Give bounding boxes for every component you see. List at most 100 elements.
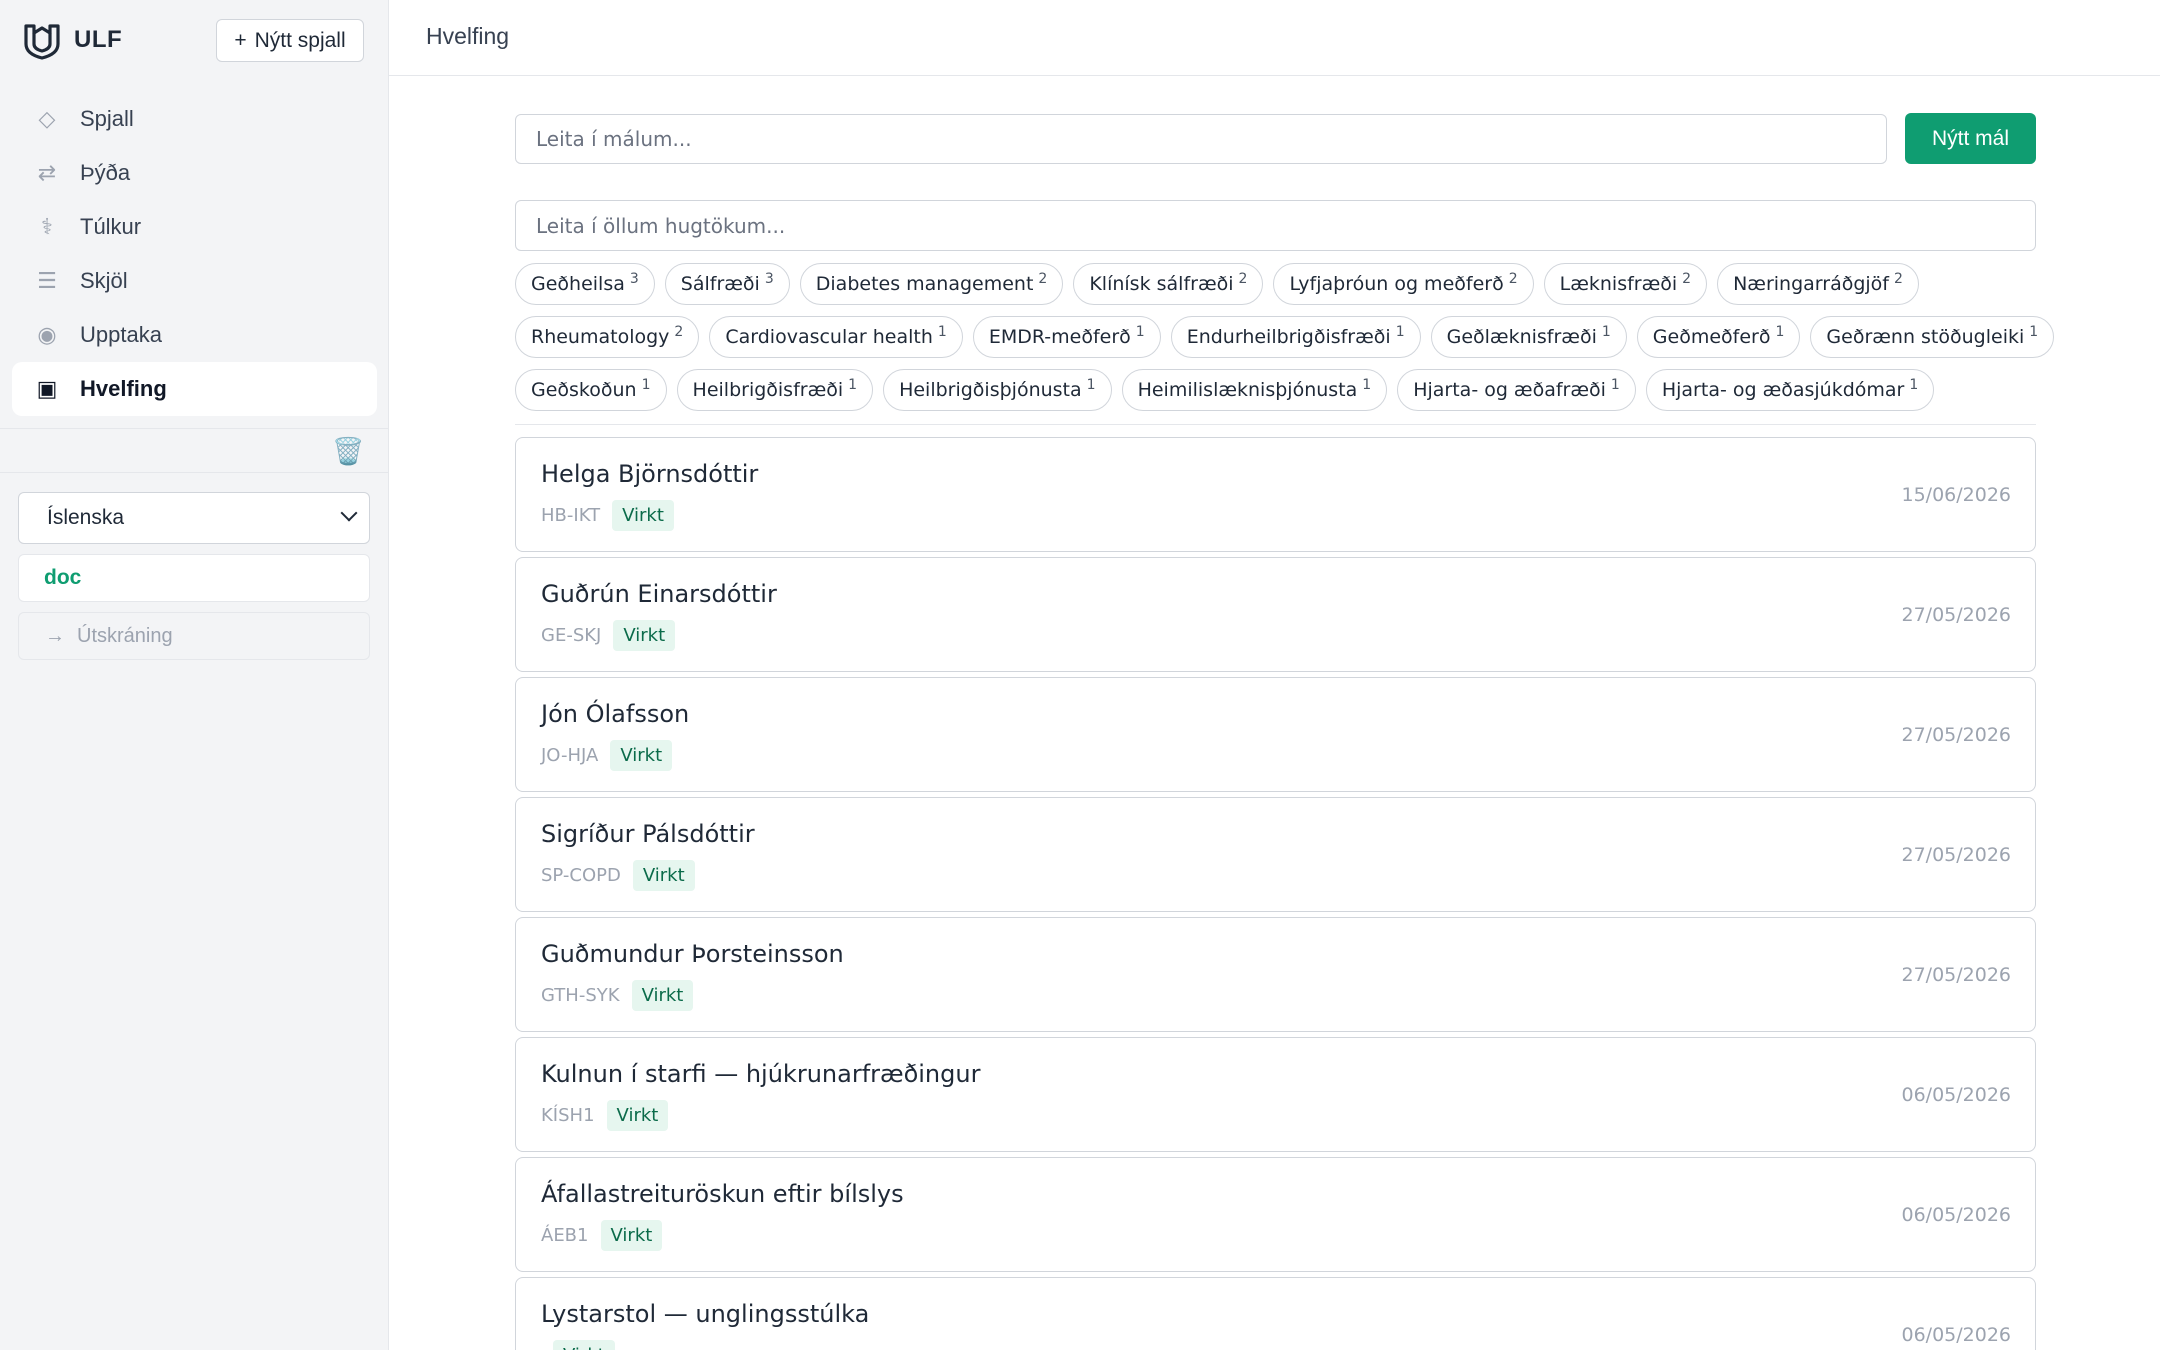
status-badge: Virkt bbox=[600, 1220, 663, 1251]
sidebar-item-label: Hvelfing bbox=[80, 376, 167, 401]
chip-count: 1 bbox=[1135, 324, 1145, 340]
case-card[interactable]: Helga Björnsdóttir HB-IKT Virkt 15/06/20… bbox=[515, 437, 2036, 552]
new-chat-button[interactable]: + Nýtt spjall bbox=[216, 19, 364, 62]
status-badge: Virkt bbox=[631, 980, 694, 1011]
concept-chip[interactable]: Geðmeðferð 1 bbox=[1636, 316, 1801, 358]
brand[interactable]: ULF bbox=[22, 20, 122, 60]
brand-name: ULF bbox=[74, 26, 123, 53]
chip-count: 2 bbox=[1894, 271, 1903, 287]
sidebar-item-label: Þýða bbox=[80, 160, 131, 185]
concept-chip[interactable]: Hjarta- og æðafræði 1 bbox=[1397, 369, 1636, 411]
case-name: Jón Ólafsson bbox=[541, 700, 690, 728]
concept-chip[interactable]: Sálfræði 3 bbox=[664, 263, 790, 305]
concept-chip[interactable]: Rheumatology 2 bbox=[515, 316, 700, 358]
trash-icon[interactable]: 🗑️ bbox=[332, 436, 364, 467]
sidebar-item-skjol[interactable]: ☰ Skjöl bbox=[12, 254, 377, 308]
chip-count: 1 bbox=[1395, 324, 1405, 340]
chip-label: Heilbrigðisþjónusta bbox=[899, 379, 1082, 401]
sidebar-item-label: Túlkur bbox=[80, 214, 142, 239]
language-select-value: Íslenska bbox=[47, 506, 125, 529]
vault-icon: ▣ bbox=[36, 376, 58, 401]
concept-chip[interactable]: Geðskoðun 1 bbox=[515, 369, 667, 411]
logout-button[interactable]: → Útskráning bbox=[18, 612, 370, 660]
case-card[interactable]: Jón Ólafsson JO-HJA Virkt 27/05/2026 bbox=[515, 677, 2036, 792]
chip-label: Geðheilsa bbox=[531, 273, 625, 295]
chip-count: 2 bbox=[1682, 271, 1692, 287]
chip-count: 1 bbox=[1086, 377, 1096, 393]
case-date: 27/05/2026 bbox=[1901, 964, 2011, 986]
case-meta: ÁEB1 Virkt bbox=[541, 1220, 663, 1251]
concept-chip[interactable]: Diabetes management 2 bbox=[799, 263, 1064, 305]
status-badge: Virkt bbox=[553, 1340, 615, 1350]
top-bar: Hvelfing bbox=[389, 0, 2160, 76]
concept-chip[interactable]: Heimilislæknisþjónusta 1 bbox=[1121, 369, 1388, 411]
case-card[interactable]: Lystarstol — unglingsstúlka Virkt 06/05/… bbox=[515, 1277, 2036, 1350]
concept-chip[interactable]: Endurheilbrigðisfræði 1 bbox=[1170, 316, 1421, 358]
document-lines-icon: ☰ bbox=[37, 268, 57, 293]
concept-chip[interactable]: Heilbrigðisfræði 1 bbox=[676, 369, 874, 411]
case-date: 06/05/2026 bbox=[1901, 1204, 2011, 1226]
concept-chip[interactable]: Næringarráðgjöf 2 bbox=[1717, 263, 1919, 305]
case-card[interactable]: Kulnun í starfi — hjúkrunarfræðingur KÍS… bbox=[515, 1037, 2036, 1152]
status-badge: Virkt bbox=[632, 860, 695, 891]
case-card[interactable]: Sigríður Pálsdóttir SP-COPD Virkt 27/05/… bbox=[515, 797, 2036, 912]
sidebar-item-spjall[interactable]: ◇ Spjall bbox=[12, 92, 377, 146]
concept-chip[interactable]: Lyfjaþróun og meðferð 2 bbox=[1273, 263, 1534, 305]
case-card[interactable]: Áfallastreituröskun eftir bílslys ÁEB1 V… bbox=[515, 1157, 2036, 1272]
chip-label: Lyfjaþróun og meðferð bbox=[1289, 273, 1504, 295]
concept-filter-chips: Geðheilsa 3 Sálfræði 3 Diabetes management… bbox=[515, 263, 2055, 411]
chip-label: Geðrænn stöðugleiki bbox=[1826, 326, 2025, 348]
status-badge: Virkt bbox=[610, 740, 673, 771]
sidebar: ULF + Nýtt spjall ◇ Spjall ⇄ Þýða ⚕ Túlk… bbox=[0, 0, 389, 1350]
concept-chip[interactable]: Heilbrigðisþjónusta 1 bbox=[883, 369, 1112, 411]
chip-label: Næringarráðgjöf bbox=[1733, 273, 1889, 295]
case-meta: GTH-SYK Virkt bbox=[541, 980, 694, 1011]
chip-count: 3 bbox=[764, 271, 774, 287]
sidebar-divider bbox=[0, 472, 389, 473]
page-title: Hvelfing bbox=[426, 23, 510, 49]
case-meta: SP-COPD Virkt bbox=[541, 860, 695, 891]
concept-search-input[interactable] bbox=[515, 200, 2036, 251]
case-card[interactable]: Guðrún Einarsdóttir GE-SKJ Virkt 27/05/2… bbox=[515, 557, 2036, 672]
caduceus-icon: ⚕ bbox=[41, 214, 53, 239]
case-date: 15/06/2026 bbox=[1901, 484, 2011, 506]
concept-chip[interactable]: Cardiovascular health 1 bbox=[709, 316, 963, 358]
chip-count: 2 bbox=[1238, 271, 1248, 287]
sidebar-item-label: Skjöl bbox=[80, 268, 128, 293]
concept-chip[interactable]: Geðrænn stöðugleiki 1 bbox=[1810, 316, 2055, 358]
case-name: Guðrún Einarsdóttir bbox=[541, 580, 777, 608]
concept-chip[interactable]: Geðheilsa 3 bbox=[515, 263, 655, 305]
concept-chip[interactable]: EMDR-meðferð 1 bbox=[972, 316, 1161, 358]
sidebar-item-label: Spjall bbox=[80, 106, 134, 131]
chip-count: 1 bbox=[848, 377, 858, 393]
new-case-button[interactable]: Nýtt mál bbox=[1905, 113, 2036, 164]
case-date: 06/05/2026 bbox=[1901, 1324, 2011, 1346]
language-select[interactable]: Íslenska bbox=[18, 492, 370, 544]
case-name: Sigríður Pálsdóttir bbox=[541, 820, 755, 848]
sidebar-item-tulkur[interactable]: ⚕ Túlkur bbox=[12, 200, 377, 254]
concept-chip[interactable]: Geðlæknisfræði 1 bbox=[1430, 316, 1627, 358]
case-meta: HB-IKT Virkt bbox=[541, 500, 674, 531]
chip-label: Klínísk sálfræði bbox=[1089, 273, 1234, 295]
chip-label: Geðskoðun bbox=[531, 379, 637, 401]
chip-count: 2 bbox=[1038, 271, 1048, 287]
case-code: GE-SKJ bbox=[541, 625, 602, 646]
sidebar-item-hvelfing[interactable]: ▣ Hvelfing bbox=[12, 362, 377, 416]
list-divider bbox=[515, 424, 2036, 425]
case-meta: GE-SKJ Virkt bbox=[541, 620, 676, 651]
concept-chip[interactable]: Hjarta- og æðasjúkdómar 1 bbox=[1645, 369, 1935, 411]
status-badge: Virkt bbox=[612, 500, 674, 531]
sidebar-item-upptaka[interactable]: ◉ Upptaka bbox=[12, 308, 377, 362]
case-code: JO-HJA bbox=[541, 745, 599, 766]
chip-count: 1 bbox=[1362, 377, 1372, 393]
concept-chip[interactable]: Klínísk sálfræði 2 bbox=[1073, 263, 1264, 305]
chip-label: Heimilislæknisþjónusta bbox=[1137, 379, 1358, 401]
concept-chip[interactable]: Læknisfræði 2 bbox=[1543, 263, 1708, 305]
sidebar-item-thyda[interactable]: ⇄ Þýða bbox=[12, 146, 377, 200]
plus-icon: + bbox=[234, 28, 247, 52]
chip-label: Sálfræði bbox=[680, 273, 760, 295]
chip-label: Heilbrigðisfræði bbox=[692, 379, 844, 401]
case-card[interactable]: Guðmundur Þorsteinsson GTH-SYK Virkt 27/… bbox=[515, 917, 2036, 1032]
logout-label: Útskráning bbox=[77, 624, 173, 647]
case-search-input[interactable] bbox=[515, 114, 1887, 164]
